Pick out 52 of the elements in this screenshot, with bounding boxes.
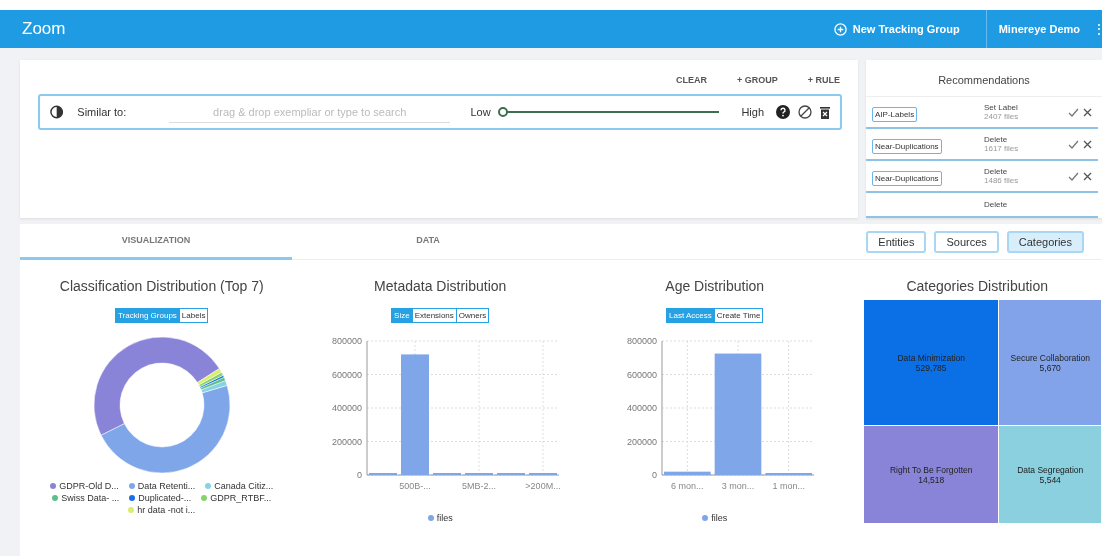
axis-tick-label: 800000 <box>626 336 657 346</box>
legend-item: Swiss Data- ... <box>52 493 120 503</box>
recommendation-action: Delete <box>984 135 1009 144</box>
legend-item: GDPR-Old D... <box>50 481 119 491</box>
axis-tick-label: 1 mon... <box>772 481 805 491</box>
axis-tick-label: 0 <box>357 470 363 480</box>
axis-tick-label: 6 mon... <box>670 481 704 491</box>
tile-value: 529,785 <box>915 362 947 373</box>
axis-tick-label: 5MB-2... <box>462 481 497 491</box>
chart-title: Metadata Distribution <box>374 278 507 296</box>
file-count: 1486 files <box>984 176 1020 185</box>
tile-value: 5,544 <box>1039 474 1061 485</box>
legend-item: GDPR_RTBF... <box>201 493 272 503</box>
legend-item: Duplicated-... <box>129 493 192 503</box>
chart-title: Categories Distribution <box>906 278 1049 296</box>
recommendation-tag: Near-Duplications <box>872 171 942 186</box>
chart-title: Age Distribution <box>665 278 765 296</box>
axis-tick-label: 400000 <box>332 403 363 413</box>
high-label: High <box>741 106 764 118</box>
axis-tick-label: 200000 <box>332 436 363 447</box>
tile-label: Data Minimization <box>897 352 965 363</box>
axis-tick-label: 3 mon... <box>721 481 754 491</box>
panel-title: Recommendations <box>866 60 1102 97</box>
axis-tick-label: >200M... <box>525 481 561 491</box>
legend-item: Data Retenti... <box>128 481 196 491</box>
axis-tick-label: 600000 <box>626 369 657 380</box>
recommendation-action: Set Label <box>984 103 1019 112</box>
tile-label: Data Segregation <box>1017 464 1084 475</box>
similar-label: Similar to: <box>77 106 128 118</box>
recommendation-action: Delete <box>984 200 1009 209</box>
axis-tick-label: 400000 <box>626 403 657 413</box>
tile-value: 5,670 <box>1039 362 1061 373</box>
axis-tick-label: 500B-... <box>399 481 431 491</box>
legend-item: files <box>427 513 453 523</box>
legend-item: files <box>702 513 728 523</box>
chart-title: Classification Distribution (Top 7) <box>59 278 264 296</box>
recommendation-tag: Near-Duplications <box>872 139 942 154</box>
low-label: Low <box>470 106 491 118</box>
axis-tick-label: 600000 <box>332 369 363 380</box>
axis-tick-label: 0 <box>651 470 657 480</box>
recommendation-action: Delete <box>984 167 1009 176</box>
legend-item: hr data -not i... <box>128 505 196 515</box>
legend-item: Canada Citiz... <box>205 481 274 491</box>
recommendation-tag: AIP-Labels <box>872 107 918 122</box>
file-count: 1617 files <box>984 144 1020 153</box>
axis-tick-label: 200000 <box>626 436 657 447</box>
file-count: 2407 files <box>984 112 1020 121</box>
app-title: Zoom <box>22 19 67 39</box>
tile-value: 14,518 <box>918 474 945 485</box>
tile-label: Right To Be Forgotten <box>889 464 973 475</box>
axis-tick-label: 800000 <box>332 336 363 346</box>
tile-label: Secure Collaboration <box>1010 352 1090 363</box>
